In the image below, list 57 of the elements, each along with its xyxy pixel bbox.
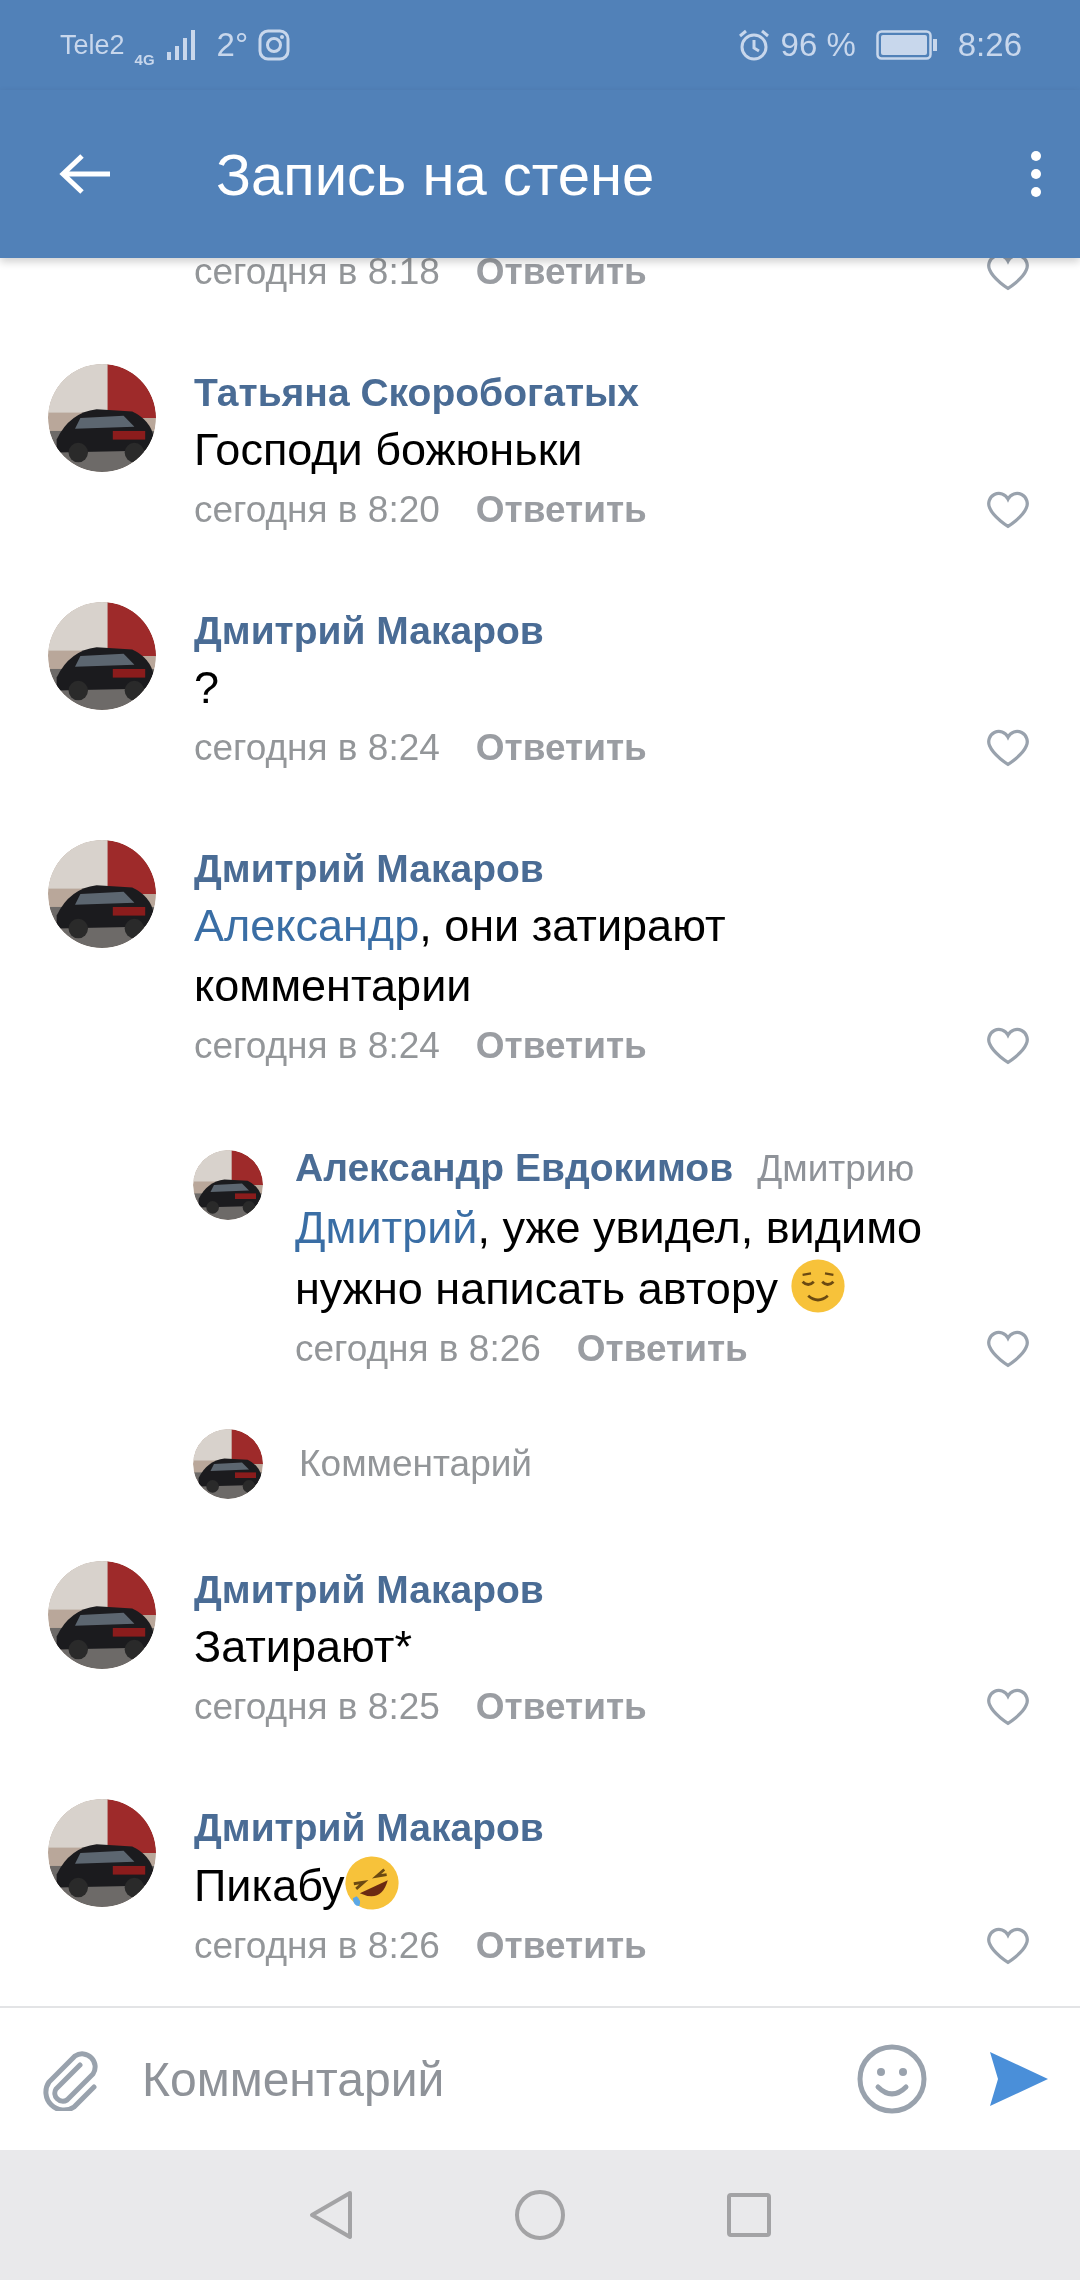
reply-link[interactable]: Ответить xyxy=(475,258,647,293)
like-heart-icon[interactable] xyxy=(986,1026,1030,1066)
comment-time: сегодня в 8:24 xyxy=(194,1025,440,1067)
comment-field[interactable]: Комментарий xyxy=(140,2050,856,2108)
comment-text: Пикабу xyxy=(194,1855,1030,1916)
signal-icon xyxy=(164,30,197,60)
home-circle-icon xyxy=(514,2189,566,2241)
like-heart-icon[interactable] xyxy=(986,1926,1030,1966)
clock-time: 8:26 xyxy=(957,26,1022,64)
alarm-icon xyxy=(736,28,771,62)
recents-nav-button[interactable] xyxy=(726,2192,772,2238)
comment-text: Дмитрий, уже увидел, видимо нужно написать автору xyxy=(295,1201,924,1316)
author-name[interactable]: Дмитрий Макаров xyxy=(194,842,544,896)
mention-link[interactable]: Александр xyxy=(194,900,420,951)
like-heart-icon[interactable] xyxy=(986,728,1030,768)
comment-time: сегодня в 8:26 xyxy=(194,1925,440,1967)
emoji-button[interactable] xyxy=(856,2043,928,2115)
reply-link[interactable]: Ответить xyxy=(475,727,647,769)
back-triangle-icon xyxy=(308,2190,354,2240)
comment-text: Господи божюньки xyxy=(194,423,584,477)
home-nav-button[interactable] xyxy=(514,2189,566,2241)
window-title: Запись на стене xyxy=(216,140,656,208)
author-name[interactable]: Татьяна Скоробогатых xyxy=(194,366,640,420)
reply-link[interactable]: Ответить xyxy=(576,1328,748,1370)
battery-percent: 96 % xyxy=(780,26,856,64)
more-icon xyxy=(1030,150,1042,198)
battery-icon xyxy=(875,30,938,60)
author-name[interactable]: Дмитрий Макаров xyxy=(194,604,544,658)
reply-link[interactable]: Ответить xyxy=(475,1025,647,1067)
carrier-name: Tele2 xyxy=(60,29,125,61)
recents-square-icon xyxy=(726,2192,772,2238)
like-heart-icon[interactable] xyxy=(986,258,1030,292)
reply-to-label: Дмитрию xyxy=(757,1147,915,1191)
reply-link[interactable]: Ответить xyxy=(475,1925,647,1967)
comment-time: сегодня в 8:20 xyxy=(194,489,440,531)
comment-time: сегодня в 8:26 xyxy=(295,1328,541,1370)
reply-comment-field[interactable]: Комментарий xyxy=(299,1443,533,1485)
camera-icon xyxy=(258,29,291,61)
like-heart-icon[interactable] xyxy=(986,490,1030,530)
comment-time: сегодня в 8:18 xyxy=(194,258,440,293)
like-heart-icon[interactable] xyxy=(986,1329,1030,1369)
author-name[interactable]: Дмитрий Макаров xyxy=(194,1563,544,1617)
reply-link[interactable]: Ответить xyxy=(475,1686,647,1728)
temperature: 2° xyxy=(216,26,249,64)
back-nav-button[interactable] xyxy=(308,2190,354,2240)
mention-link[interactable]: Дмитрий xyxy=(295,1202,478,1253)
comment-text: Затирают* xyxy=(194,1620,413,1674)
smiley-icon xyxy=(856,2043,928,2115)
comment-time: сегодня в 8:25 xyxy=(194,1686,440,1728)
author-name[interactable]: Александр Евдокимов xyxy=(295,1141,734,1195)
author-name[interactable]: Дмитрий Макаров xyxy=(194,1801,544,1855)
network-type: 4G xyxy=(134,50,155,68)
comment-text: Александр, они затирают комментарии xyxy=(194,899,727,1013)
comment-text: ? xyxy=(194,661,221,715)
like-heart-icon[interactable] xyxy=(986,1687,1030,1727)
reply-link[interactable]: Ответить xyxy=(475,489,647,531)
comment-time: сегодня в 8:24 xyxy=(194,727,440,769)
